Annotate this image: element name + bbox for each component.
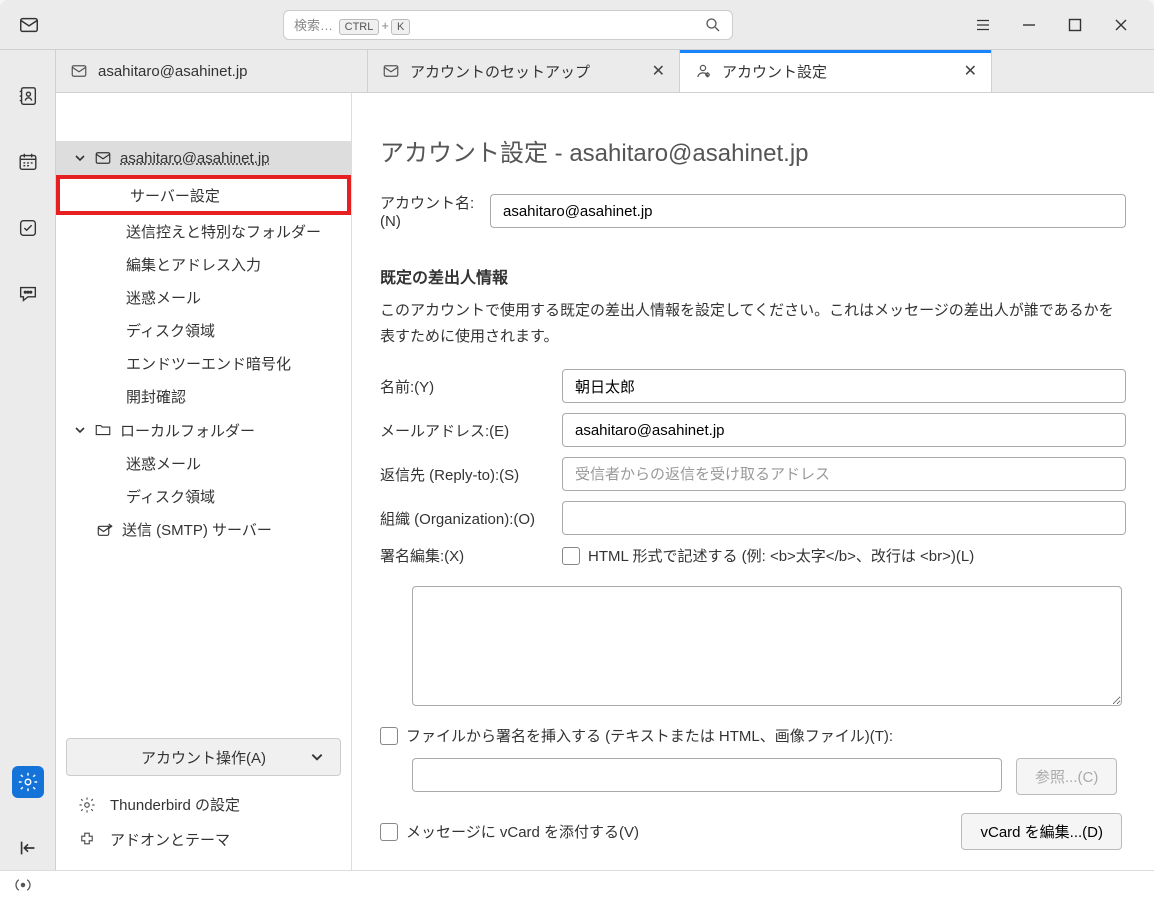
name-label: 名前:(Y) — [380, 376, 562, 397]
browse-button[interactable]: 参照...(C) — [1016, 758, 1117, 795]
contacts-icon[interactable] — [12, 80, 44, 112]
signature-label: 署名編集:(X) — [380, 545, 562, 566]
tree-local-folders[interactable]: ローカルフォルダー — [56, 413, 351, 447]
tab-label: asahitaro@asahinet.jp — [98, 63, 248, 80]
chevron-down-icon — [74, 424, 86, 436]
email-label: メールアドレス:(E) — [380, 420, 562, 441]
outgoing-icon — [96, 521, 114, 539]
addon-icon — [78, 831, 96, 849]
titlebar: 検索… CTRL+K — [0, 0, 1154, 50]
vcard-attach-checkbox[interactable] — [380, 823, 398, 841]
mail-icon — [70, 62, 88, 80]
name-field[interactable] — [562, 369, 1126, 403]
organization-field[interactable] — [562, 501, 1126, 535]
tab-account-settings[interactable]: アカウント設定 ✕ — [680, 50, 992, 92]
tree-e2e[interactable]: エンドツーエンド暗号化 — [56, 347, 351, 380]
minimize-button[interactable] — [1020, 16, 1038, 34]
close-icon[interactable]: ✕ — [652, 61, 665, 81]
app-mail-icon — [18, 14, 40, 36]
account-settings-icon — [694, 62, 712, 80]
local-folders-label: ローカルフォルダー — [120, 420, 255, 441]
replyto-field[interactable] — [562, 457, 1126, 491]
tabstrip: asahitaro@asahinet.jp アカウントのセットアップ ✕ アカウ… — [56, 50, 1154, 93]
connection-icon[interactable] — [14, 878, 32, 892]
hamburger-icon[interactable] — [974, 16, 992, 34]
default-identity-heading: 既定の差出人情報 — [380, 264, 1126, 288]
vcard-edit-button[interactable]: vCard を編集...(D) — [961, 813, 1122, 850]
vcard-attach-label: メッセージに vCard を添付する(V) — [406, 821, 639, 842]
tab-label: アカウントのセットアップ — [410, 61, 590, 82]
tree-return-receipts[interactable]: 開封確認 — [56, 380, 351, 413]
account-actions-button[interactable]: アカウント操作(A) — [66, 738, 341, 776]
gear-icon — [78, 796, 96, 814]
email-field[interactable] — [562, 413, 1126, 447]
tab-label: アカウント設定 — [722, 61, 827, 82]
search-box[interactable]: 検索… CTRL+K — [283, 10, 733, 40]
tree-local-junk[interactable]: 迷惑メール — [56, 447, 351, 480]
search-placeholder: 検索… CTRL+K — [294, 15, 412, 35]
file-signature-checkbox[interactable] — [380, 727, 398, 745]
account-name-label: アカウント名:(N) — [380, 192, 490, 230]
tree-junk[interactable]: 迷惑メール — [56, 281, 351, 314]
activity-bar — [0, 50, 56, 870]
tree-local-disk[interactable]: ディスク領域 — [56, 480, 351, 513]
folder-icon — [94, 421, 112, 439]
preferences-label: Thunderbird の設定 — [110, 794, 240, 815]
account-label: asahitaro@asahinet.jp — [120, 150, 270, 167]
page-title: アカウント設定 - asahitaro@asahinet.jp — [380, 133, 1126, 168]
tree-server-settings[interactable]: サーバー設定 — [56, 175, 351, 215]
account-actions-label: アカウント操作(A) — [141, 747, 266, 768]
html-signature-checkbox[interactable] — [562, 547, 580, 565]
addons-themes-link[interactable]: アドオンとテーマ — [78, 829, 351, 850]
thunderbird-preferences-link[interactable]: Thunderbird の設定 — [78, 794, 351, 815]
tab-inbox[interactable]: asahitaro@asahinet.jp — [56, 50, 368, 92]
tree-compose-addressing[interactable]: 編集とアドレス入力 — [56, 248, 351, 281]
default-identity-description: このアカウントで使用する既定の差出人情報を設定してください。これはメッセージの差… — [380, 298, 1126, 349]
account-name-field[interactable] — [490, 194, 1126, 228]
organization-label: 組織 (Organization):(O) — [380, 508, 562, 529]
collapse-icon[interactable] — [12, 832, 44, 864]
maximize-button[interactable] — [1066, 16, 1084, 34]
mail-plus-icon — [382, 62, 400, 80]
statusbar — [0, 870, 1154, 898]
calendar-icon[interactable] — [12, 146, 44, 178]
signature-textarea[interactable] — [412, 586, 1122, 706]
account-settings-panel: アカウント設定 - asahitaro@asahinet.jp アカウント名:(… — [352, 93, 1154, 870]
mail-icon — [94, 149, 112, 167]
settings-icon[interactable] — [12, 766, 44, 798]
search-icon — [704, 16, 722, 34]
close-button[interactable] — [1112, 16, 1130, 34]
replyto-label: 返信先 (Reply-to):(S) — [380, 464, 562, 485]
tree-copies-folders[interactable]: 送信控えと特別なフォルダー — [56, 215, 351, 248]
account-tree: asahitaro@asahinet.jp サーバー設定 送信控えと特別なフォル… — [56, 93, 352, 870]
addons-label: アドオンとテーマ — [110, 829, 230, 850]
html-signature-label: HTML 形式で記述する (例: <b>太字</b>、改行は <br>)(L) — [588, 545, 974, 566]
chat-icon[interactable] — [12, 278, 44, 310]
close-icon[interactable]: ✕ — [964, 61, 977, 81]
signature-file-field[interactable] — [412, 758, 1002, 792]
tab-account-setup[interactable]: アカウントのセットアップ ✕ — [368, 50, 680, 92]
chevron-down-icon — [74, 152, 86, 164]
tree-account-root[interactable]: asahitaro@asahinet.jp — [56, 141, 351, 175]
tree-smtp[interactable]: 送信 (SMTP) サーバー — [56, 513, 351, 546]
chevron-down-icon — [310, 750, 324, 764]
tasks-icon[interactable] — [12, 212, 44, 244]
file-signature-label: ファイルから署名を挿入する (テキストまたは HTML、画像ファイル)(T): — [406, 725, 893, 746]
tree-disk-space[interactable]: ディスク領域 — [56, 314, 351, 347]
smtp-label: 送信 (SMTP) サーバー — [122, 519, 272, 540]
